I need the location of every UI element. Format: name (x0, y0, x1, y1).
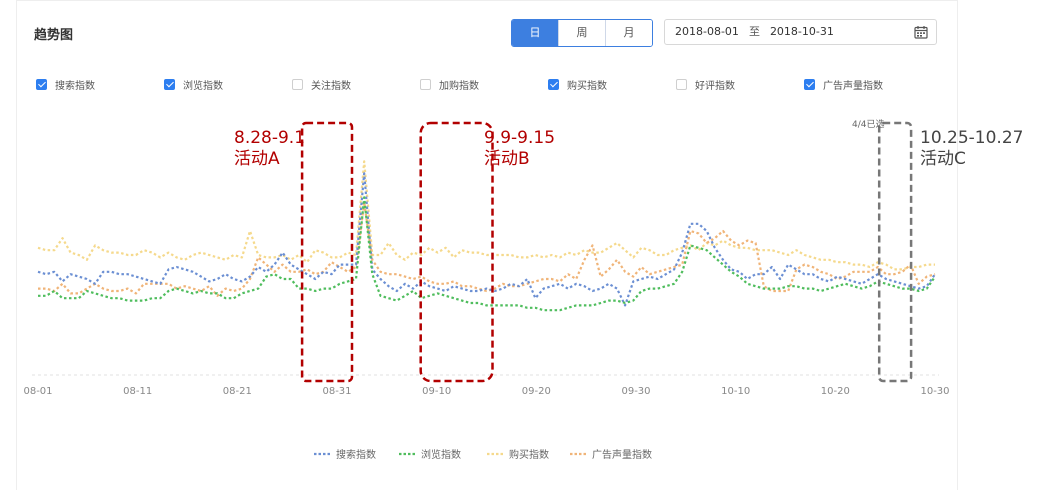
trend-chart: 08-01 08-11 08-21 08-31 09-10 09-20 09-30 10-10… (23, 118, 949, 461)
highlight-box-1 (419, 121, 494, 383)
annotation-c-name: 活动C (920, 149, 966, 169)
highlight-box-2 (877, 121, 913, 383)
legend-label: 广告声量指数 (592, 448, 652, 461)
annotation-b-range: 9.9-9.15 (484, 128, 556, 148)
x-tick-label: 08-21 (223, 386, 252, 397)
highlight-box-0 (300, 121, 354, 383)
annotation-b: 9.9-9.15 活动B (484, 128, 555, 170)
x-tick-label: 10-30 (920, 386, 949, 397)
pagination-label: 4/4已选 (852, 118, 885, 130)
x-tick-label: 09-20 (522, 386, 551, 397)
annotation-b-name: 活动B (484, 149, 530, 169)
series-line-0 (37, 172, 936, 307)
annotation-a-name: 活动A (234, 149, 280, 169)
legend-label: 浏览指数 (421, 448, 461, 461)
series-line-2 (37, 160, 935, 271)
legend-label: 购买指数 (509, 448, 549, 461)
x-tick-label: 10-10 (721, 386, 750, 397)
x-tick-label: 08-01 (23, 386, 52, 397)
annotation-a-range: 8.28-9.1 (234, 128, 306, 148)
x-tick-label: 08-11 (123, 386, 152, 397)
x-tick-label: 08-31 (322, 386, 351, 397)
annotation-c-range: 10.25-10.27 (920, 128, 1024, 148)
annotation-a: 8.28-9.1 活动A (234, 128, 305, 170)
x-tick-label: 09-10 (422, 386, 451, 397)
x-tick-label: 10-20 (821, 386, 850, 397)
annotation-c: 10.25-10.27 活动C (920, 128, 1023, 170)
legend-label: 搜索指数 (336, 448, 376, 461)
series-line-3 (38, 201, 936, 297)
x-tick-label: 09-30 (621, 386, 650, 397)
